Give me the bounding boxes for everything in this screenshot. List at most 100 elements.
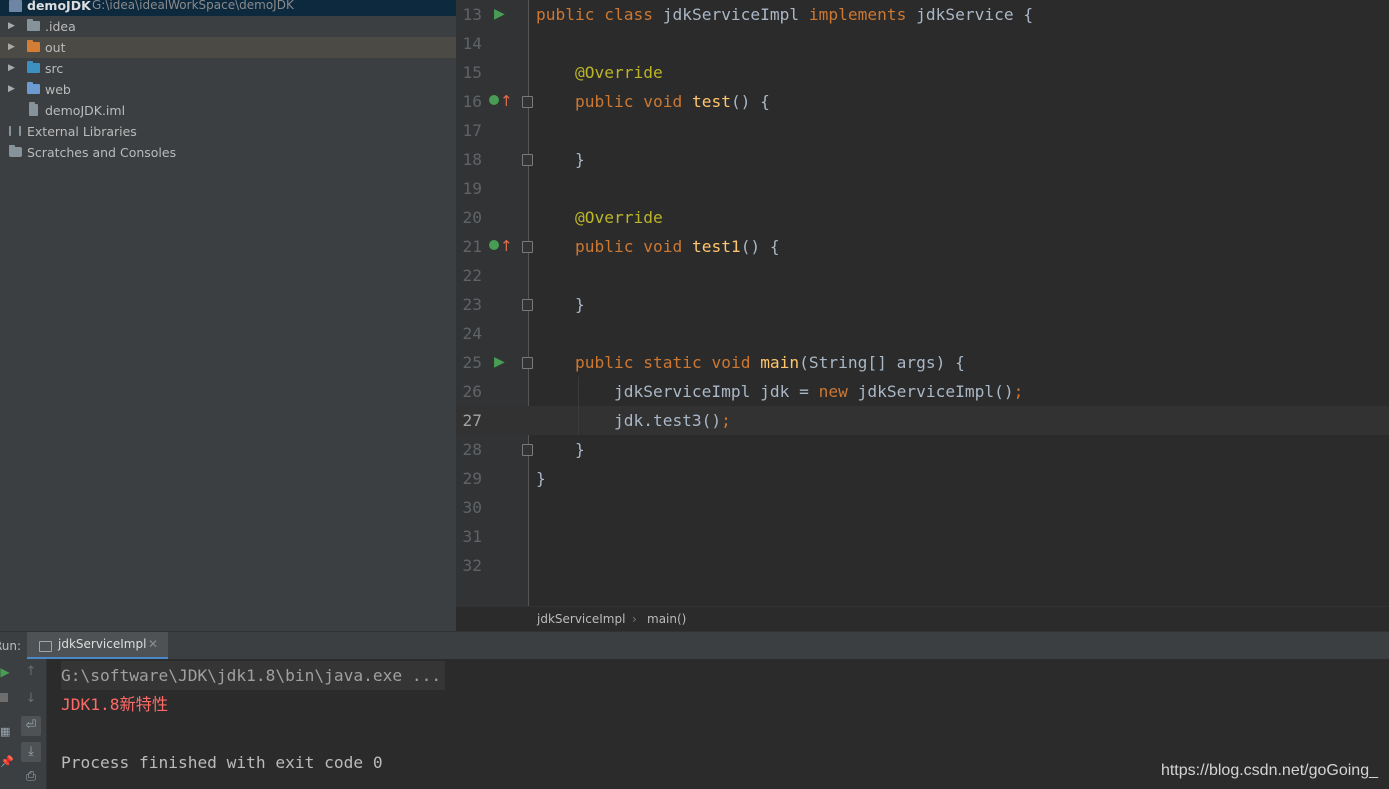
code-text: public class jdkServiceImpl implements j… — [536, 5, 1034, 24]
run-gutter-icon[interactable]: ▶ — [494, 348, 505, 377]
expand-arrow-icon[interactable]: ▶ — [8, 16, 18, 37]
line-number: 26 — [462, 382, 483, 401]
down-arrow-icon[interactable]: ↓ — [24, 691, 38, 706]
fold-marker-icon[interactable] — [522, 154, 533, 166]
line-number: 31 — [462, 527, 483, 546]
implements-method-icon[interactable] — [489, 95, 499, 105]
breadcrumb-method[interactable]: main() — [647, 607, 686, 632]
tree-item-label: Scratches and Consoles — [27, 145, 177, 160]
fold-marker-icon[interactable] — [522, 96, 533, 108]
tree-item[interactable]: Scratches and Consoles — [0, 142, 456, 163]
fold-marker-icon[interactable] — [522, 444, 533, 456]
code-line[interactable]: 24 — [456, 319, 1389, 348]
tree-item[interactable]: ▶ .idea — [0, 16, 456, 37]
console-icon — [39, 641, 52, 652]
code-line[interactable]: 25 ▶ public static void main(String[] arg… — [456, 348, 1389, 377]
folder-icon — [27, 40, 40, 52]
stop-icon[interactable] — [0, 693, 8, 702]
scroll-to-end-icon[interactable]: ⤓ — [21, 742, 41, 762]
code-line[interactable]: 13 ▶ public class jdkServiceImpl implement… — [456, 0, 1389, 29]
project-root-row[interactable]: demoJDK G:\idea\idealWorkSpace\demoJDK — [0, 0, 456, 16]
code-line[interactable]: 19 — [456, 174, 1389, 203]
up-arrow-icon[interactable]: ↑ — [24, 664, 38, 679]
run-panel-header: Run: jdkServiceImpl ✕ — [0, 631, 1389, 660]
tree-item-label: .idea — [45, 19, 76, 34]
tab-run-configuration[interactable]: jdkServiceImpl ✕ — [27, 632, 168, 660]
code-line[interactable]: 15 @Override — [456, 58, 1389, 87]
code-text: @Override — [574, 208, 663, 227]
code-text: } — [536, 440, 585, 459]
project-module-icon — [9, 0, 22, 12]
code-line[interactable]: 31 — [456, 522, 1389, 551]
scratches-icon — [9, 145, 22, 157]
code-text: } — [536, 295, 585, 314]
line-number: 18 — [462, 150, 483, 169]
project-root-name: demoJDK — [27, 0, 91, 13]
tree-item[interactable]: demoJDK.iml — [0, 100, 456, 121]
line-number: 23 — [462, 295, 483, 314]
source-folder-icon — [27, 61, 40, 73]
code-line[interactable]: 30 — [456, 493, 1389, 522]
line-number: 13 — [462, 5, 483, 24]
libraries-icon — [9, 126, 21, 136]
soft-wrap-icon[interactable]: ⏎ — [21, 716, 41, 736]
code-line[interactable]: 16 ↑ public void test() { — [456, 87, 1389, 116]
layout-icon[interactable]: ▦ — [0, 725, 10, 738]
expand-arrow-icon[interactable]: ▶ — [8, 58, 18, 79]
print-icon[interactable]: ⎙ — [21, 769, 41, 784]
code-text: public static void main(String[] args) { — [574, 353, 965, 372]
code-line[interactable]: 23 } — [456, 290, 1389, 319]
tab-label: jdkServiceImpl — [58, 637, 147, 651]
line-number: 24 — [462, 324, 483, 343]
implements-method-icon[interactable] — [489, 240, 499, 250]
code-line[interactable]: 29} — [456, 464, 1389, 493]
fold-marker-icon[interactable] — [522, 241, 533, 253]
close-icon[interactable]: ✕ — [148, 632, 158, 657]
code-line[interactable]: 32 — [456, 551, 1389, 580]
console-line: G:\software\JDK\jdk1.8\bin\java.exe ... — [61, 661, 446, 690]
breadcrumb-chevron-icon: › — [632, 612, 637, 626]
go-to-super-icon[interactable]: ↑ — [500, 87, 513, 116]
run-toolbar-primary: ▶ ▦ 📌 — [0, 659, 16, 789]
module-file-icon — [29, 102, 38, 116]
line-number: 32 — [462, 556, 483, 575]
fold-marker-icon[interactable] — [522, 357, 533, 369]
code-line[interactable]: 26 jdkServiceImpl jdk = new jdkServiceIm… — [456, 377, 1389, 406]
code-text: @Override — [574, 63, 663, 82]
tree-item[interactable]: External Libraries — [0, 121, 456, 142]
tree-item[interactable]: ▶ out — [0, 37, 456, 58]
tree-item-label: out — [45, 40, 66, 55]
expand-arrow-icon[interactable]: ▶ — [8, 37, 18, 58]
line-number: 19 — [462, 179, 483, 198]
tree-item[interactable]: ▶ web — [0, 79, 456, 100]
pin-icon[interactable]: 📌 — [0, 755, 14, 768]
line-number: 20 — [462, 208, 483, 227]
run-label: Run: — [0, 639, 22, 653]
code-line[interactable]: 20 @Override — [456, 203, 1389, 232]
code-line[interactable]: 28 } — [456, 435, 1389, 464]
tree-item-label: src — [45, 61, 64, 76]
tree-item[interactable]: ▶ src — [0, 58, 456, 79]
go-to-super-icon[interactable]: ↑ — [500, 232, 513, 261]
rerun-icon[interactable]: ▶ — [0, 665, 10, 679]
indent-guide — [578, 377, 579, 435]
code-line[interactable]: 14 — [456, 29, 1389, 58]
expand-arrow-icon[interactable]: ▶ — [8, 79, 18, 100]
line-number: 16 — [462, 92, 483, 111]
code-line[interactable]: 21 ↑ public void test1() { — [456, 232, 1389, 261]
code-line[interactable]: 18 } — [456, 145, 1389, 174]
tree-item-label: web — [45, 82, 71, 97]
code-line[interactable]: 17 — [456, 116, 1389, 145]
code-line[interactable]: 27 jdk.test3(); — [456, 406, 1389, 435]
web-folder-icon — [27, 82, 40, 94]
code-text: jdk.test3(); — [536, 411, 731, 430]
breadcrumb-class[interactable]: jdkServiceImpl — [537, 607, 625, 632]
code-editor[interactable]: 13 ▶ public class jdkServiceImpl implement… — [456, 0, 1389, 606]
line-number: 29 — [462, 469, 483, 488]
code-line[interactable]: 22 — [456, 261, 1389, 290]
line-number: 28 — [462, 440, 483, 459]
project-tool-window: demoJDK G:\idea\idealWorkSpace\demoJDK ▶… — [0, 0, 456, 631]
tree-item-label: demoJDK.iml — [45, 103, 126, 118]
run-gutter-icon[interactable]: ▶ — [494, 0, 505, 29]
fold-marker-icon[interactable] — [522, 299, 533, 311]
